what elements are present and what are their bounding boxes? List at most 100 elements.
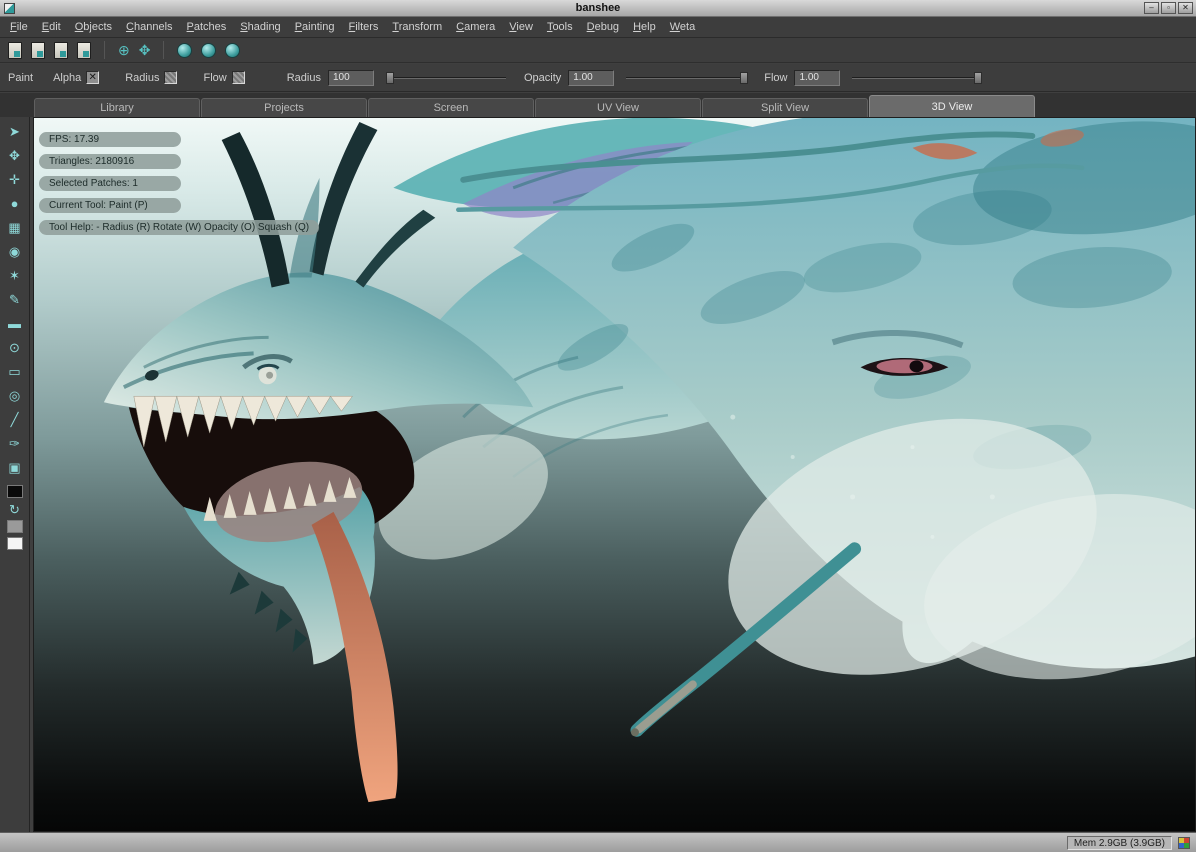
menu-weta[interactable]: Weta: [663, 18, 702, 36]
import-image-icon[interactable]: [77, 42, 91, 59]
flow-link-checkbox[interactable]: [232, 71, 245, 84]
radius-input[interactable]: [328, 70, 374, 86]
circle-select-tool-icon: ◎: [9, 389, 20, 402]
menu-filters[interactable]: Filters: [341, 18, 385, 36]
background-color-swatch[interactable]: [7, 537, 23, 550]
alpha-label: Alpha: [53, 72, 81, 84]
status-bar: Mem 2.9GB (3.9GB): [0, 832, 1196, 852]
menu-help[interactable]: Help: [626, 18, 663, 36]
3d-viewport-canvas[interactable]: FPS: 17.39 Triangles: 2180916 Selected P…: [33, 117, 1196, 832]
hud-selected-patches: Selected Patches: 1: [39, 176, 181, 191]
maximize-button[interactable]: ▫: [1161, 2, 1176, 14]
save-project-icon[interactable]: [54, 42, 68, 59]
blur-tool[interactable]: ◉: [1, 239, 29, 263]
grid-tool-icon: ▦: [8, 221, 20, 234]
menu-transform[interactable]: Transform: [385, 18, 449, 36]
crop-tool-icon: ▣: [8, 461, 20, 474]
opacity-slider-groove: [626, 77, 748, 79]
menu-channels[interactable]: Channels: [119, 18, 180, 36]
circle-select-tool[interactable]: ◎: [1, 383, 29, 407]
menu-bar: File Edit Objects Channels Patches Shadi…: [0, 17, 1196, 38]
color-picker-icon[interactable]: ⊕: [118, 43, 130, 57]
open-project-icon[interactable]: [31, 42, 45, 59]
hud-current-tool: Current Tool: Paint (P): [39, 198, 181, 213]
memory-usage: Mem 2.9GB (3.9GB): [1067, 836, 1172, 850]
menu-file[interactable]: File: [3, 18, 35, 36]
radius-link-checkbox[interactable]: [164, 71, 177, 84]
window-controls: – ▫ ✕: [1144, 2, 1193, 14]
menu-painting[interactable]: Painting: [288, 18, 342, 36]
radius-slider-groove: [386, 77, 506, 79]
tab-screen[interactable]: Screen: [368, 98, 534, 117]
flow-link-label: Flow: [203, 72, 226, 84]
magic-wand-tool[interactable]: ✶: [1, 263, 29, 287]
shading-flat-icon[interactable]: [177, 43, 192, 58]
tab-library[interactable]: Library: [34, 98, 200, 117]
swap-colors-icon: ↻: [9, 503, 20, 516]
radius-slider[interactable]: [386, 71, 506, 85]
tab-3d-view[interactable]: 3D View: [869, 95, 1035, 117]
app-window: banshee – ▫ ✕ File Edit Objects Channels…: [0, 0, 1196, 852]
shading-full-icon[interactable]: [225, 43, 240, 58]
foreground-color-swatch[interactable]: [7, 485, 23, 498]
hud-tool-help: Tool Help: - Radius (R) Rotate (W) Opaci…: [39, 220, 319, 235]
paint-brush-tool[interactable]: ▬: [1, 311, 29, 335]
move-tool[interactable]: ✛: [1, 167, 29, 191]
pencil-tool-icon: ✎: [9, 293, 20, 306]
select-tool[interactable]: ➤: [1, 119, 29, 143]
opacity-slider[interactable]: [626, 71, 748, 85]
shading-basic-icon[interactable]: [201, 43, 216, 58]
transform-icon[interactable]: ✥: [139, 43, 151, 57]
toolbar-separator: [163, 41, 164, 59]
blur-tool-icon: ◉: [9, 245, 20, 258]
radius-slider-handle[interactable]: [386, 72, 394, 84]
close-button[interactable]: ✕: [1178, 2, 1193, 14]
clone-stamp-tool-icon: ⊙: [9, 341, 20, 354]
menu-shading[interactable]: Shading: [233, 18, 287, 36]
menu-tools[interactable]: Tools: [540, 18, 580, 36]
flow-slider[interactable]: [852, 71, 982, 85]
tab-uv-view[interactable]: UV View: [535, 98, 701, 117]
crop-tool[interactable]: ▣: [1, 455, 29, 479]
new-project-icon[interactable]: [8, 42, 22, 59]
flow-slider-groove: [852, 77, 982, 79]
alpha-checkbox[interactable]: ✕: [86, 71, 99, 84]
toolbar-separator: [104, 41, 105, 59]
hud-triangles: Triangles: 2180916: [39, 154, 181, 169]
pencil-tool[interactable]: ✎: [1, 287, 29, 311]
opacity-slider-handle[interactable]: [740, 72, 748, 84]
marquee-select-tool-icon: ▭: [8, 365, 20, 378]
menu-edit[interactable]: Edit: [35, 18, 68, 36]
tab-split-view[interactable]: Split View: [702, 98, 868, 117]
flow-label: Flow: [764, 72, 787, 84]
window-title: banshee: [0, 2, 1196, 14]
tab-projects[interactable]: Projects: [201, 98, 367, 117]
flow-input[interactable]: [794, 70, 840, 86]
secondary-color-swatch[interactable]: [7, 520, 23, 533]
opacity-input[interactable]: [568, 70, 614, 86]
opacity-label: Opacity: [524, 72, 561, 84]
swap-colors-button[interactable]: ↻: [1, 500, 29, 518]
paint-properties-bar: Paint Alpha ✕ Radius Flow Radius Opacity…: [0, 64, 1196, 92]
menu-patches[interactable]: Patches: [180, 18, 234, 36]
flow-slider-handle[interactable]: [974, 72, 982, 84]
paint-drop-tool-icon: ●: [11, 197, 19, 210]
grid-tool[interactable]: ▦: [1, 215, 29, 239]
menu-view[interactable]: View: [502, 18, 540, 36]
marquee-select-tool[interactable]: ▭: [1, 359, 29, 383]
eyedropper-tool[interactable]: ✑: [1, 431, 29, 455]
clone-stamp-tool[interactable]: ⊙: [1, 335, 29, 359]
memory-indicator-icon: [1178, 837, 1190, 849]
viewport-hud: FPS: 17.39 Triangles: 2180916 Selected P…: [39, 132, 319, 235]
minimize-button[interactable]: –: [1144, 2, 1159, 14]
menu-objects[interactable]: Objects: [68, 18, 119, 36]
select-tool-icon: ➤: [9, 125, 20, 138]
pan-tool[interactable]: ✥: [1, 143, 29, 167]
radius-label: Radius: [287, 72, 321, 84]
move-tool-icon: ✛: [9, 173, 20, 186]
menu-debug[interactable]: Debug: [580, 18, 626, 36]
menu-camera[interactable]: Camera: [449, 18, 502, 36]
main-toolbar: ⊕ ✥: [0, 38, 1196, 63]
paint-drop-tool[interactable]: ●: [1, 191, 29, 215]
line-tool[interactable]: ╱: [1, 407, 29, 431]
